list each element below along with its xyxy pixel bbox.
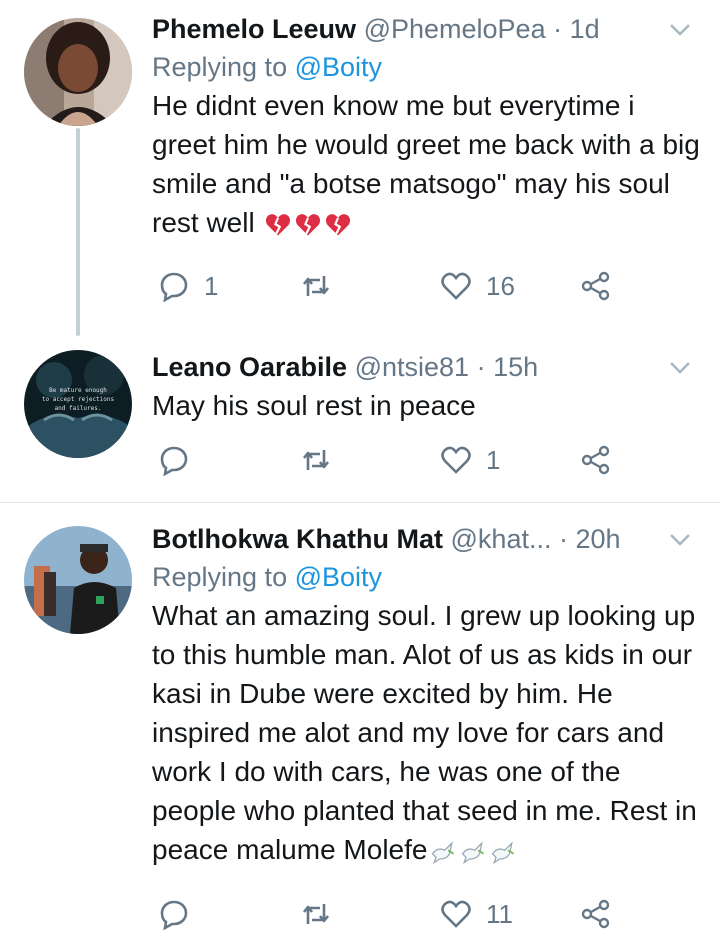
- replying-prefix: Replying to: [152, 562, 288, 592]
- reply-button[interactable]: 1: [158, 270, 218, 302]
- share-button[interactable]: [580, 270, 612, 302]
- tweet-header: Botlhokwa Khathu Mat @khat... · 20h: [152, 522, 700, 556]
- reply-button[interactable]: [158, 444, 190, 476]
- tweet-text: He didnt even know me but everytime i gr…: [152, 86, 700, 242]
- retweet-button[interactable]: [300, 444, 332, 476]
- timestamp[interactable]: · 15h: [477, 352, 539, 382]
- replying-to: Replying to @Boity: [152, 50, 700, 84]
- retweet-button[interactable]: [300, 270, 332, 302]
- share-icon: [581, 445, 610, 475]
- svg-text:Be mature enough: Be mature enough: [49, 387, 107, 394]
- retweet-icon: [302, 450, 330, 470]
- reply-icon: [160, 900, 188, 930]
- retweet-button[interactable]: [300, 898, 332, 930]
- divider: [0, 502, 720, 503]
- avatar[interactable]: [24, 526, 132, 634]
- replying-to: Replying to @Boity: [152, 560, 700, 594]
- share-icon: [581, 899, 610, 929]
- heart-icon: [441, 900, 471, 928]
- chevron-down-icon[interactable]: [666, 16, 694, 44]
- tweet-actions: 1 16: [0, 270, 720, 310]
- retweet-icon: [302, 904, 330, 924]
- user-handle[interactable]: @khat...: [451, 524, 552, 554]
- svg-text:and failures.: and failures.: [55, 405, 102, 412]
- dove-emoji-icon: [427, 834, 517, 865]
- reply-button[interactable]: [158, 898, 190, 930]
- tweet-header: Phemelo Leeuw @PhemeloPea · 1d: [152, 12, 700, 46]
- tweet-text: May his soul rest in peace: [152, 390, 476, 421]
- tweet-actions: 1: [0, 444, 720, 484]
- replying-handle[interactable]: @Boity: [295, 562, 382, 592]
- display-name[interactable]: Botlhokwa Khathu Mat: [152, 524, 443, 554]
- tweet-text-body: He didnt even know me but everytime i gr…: [152, 90, 700, 238]
- user-handle[interactable]: @PhemeloPea: [364, 14, 546, 44]
- timestamp[interactable]: · 20h: [559, 524, 621, 554]
- display-name[interactable]: Leano Oarabile: [152, 352, 347, 382]
- heart-icon: [441, 446, 471, 474]
- tweet-header: Leano Oarabile @ntsie81 · 15h: [152, 350, 700, 384]
- retweet-icon: [302, 276, 330, 296]
- like-count: 11: [486, 898, 513, 929]
- like-count: 16: [486, 270, 515, 301]
- replying-prefix: Replying to: [152, 52, 288, 82]
- tweet-text-body: What an amazing soul. I grew up looking …: [152, 600, 697, 865]
- replying-handle[interactable]: @Boity: [295, 52, 382, 82]
- reply-icon: [160, 272, 188, 302]
- svg-text:to accept rejections: to accept rejections: [42, 396, 115, 403]
- reply-count: 1: [204, 270, 219, 301]
- like-button[interactable]: 11: [440, 898, 513, 930]
- avatar[interactable]: [24, 18, 132, 126]
- chevron-down-icon[interactable]: [666, 526, 694, 554]
- like-count: 1: [486, 444, 501, 475]
- broken-heart-emoji-icon: [262, 207, 352, 238]
- chevron-down-icon[interactable]: [666, 354, 694, 382]
- tweet-text: What an amazing soul. I grew up looking …: [152, 596, 700, 869]
- display-name[interactable]: Phemelo Leeuw: [152, 14, 356, 44]
- share-button[interactable]: [580, 444, 612, 476]
- reply-icon: [160, 446, 188, 476]
- timestamp[interactable]: · 1d: [553, 14, 600, 44]
- like-button[interactable]: 1: [440, 444, 500, 476]
- user-handle[interactable]: @ntsie81: [355, 352, 469, 382]
- avatar[interactable]: Be mature enough to accept rejections an…: [24, 350, 132, 458]
- heart-icon: [441, 272, 471, 300]
- tweet-actions: 11: [0, 898, 720, 938]
- share-button[interactable]: [580, 898, 612, 930]
- share-icon: [581, 271, 610, 301]
- like-button[interactable]: 16: [440, 270, 515, 302]
